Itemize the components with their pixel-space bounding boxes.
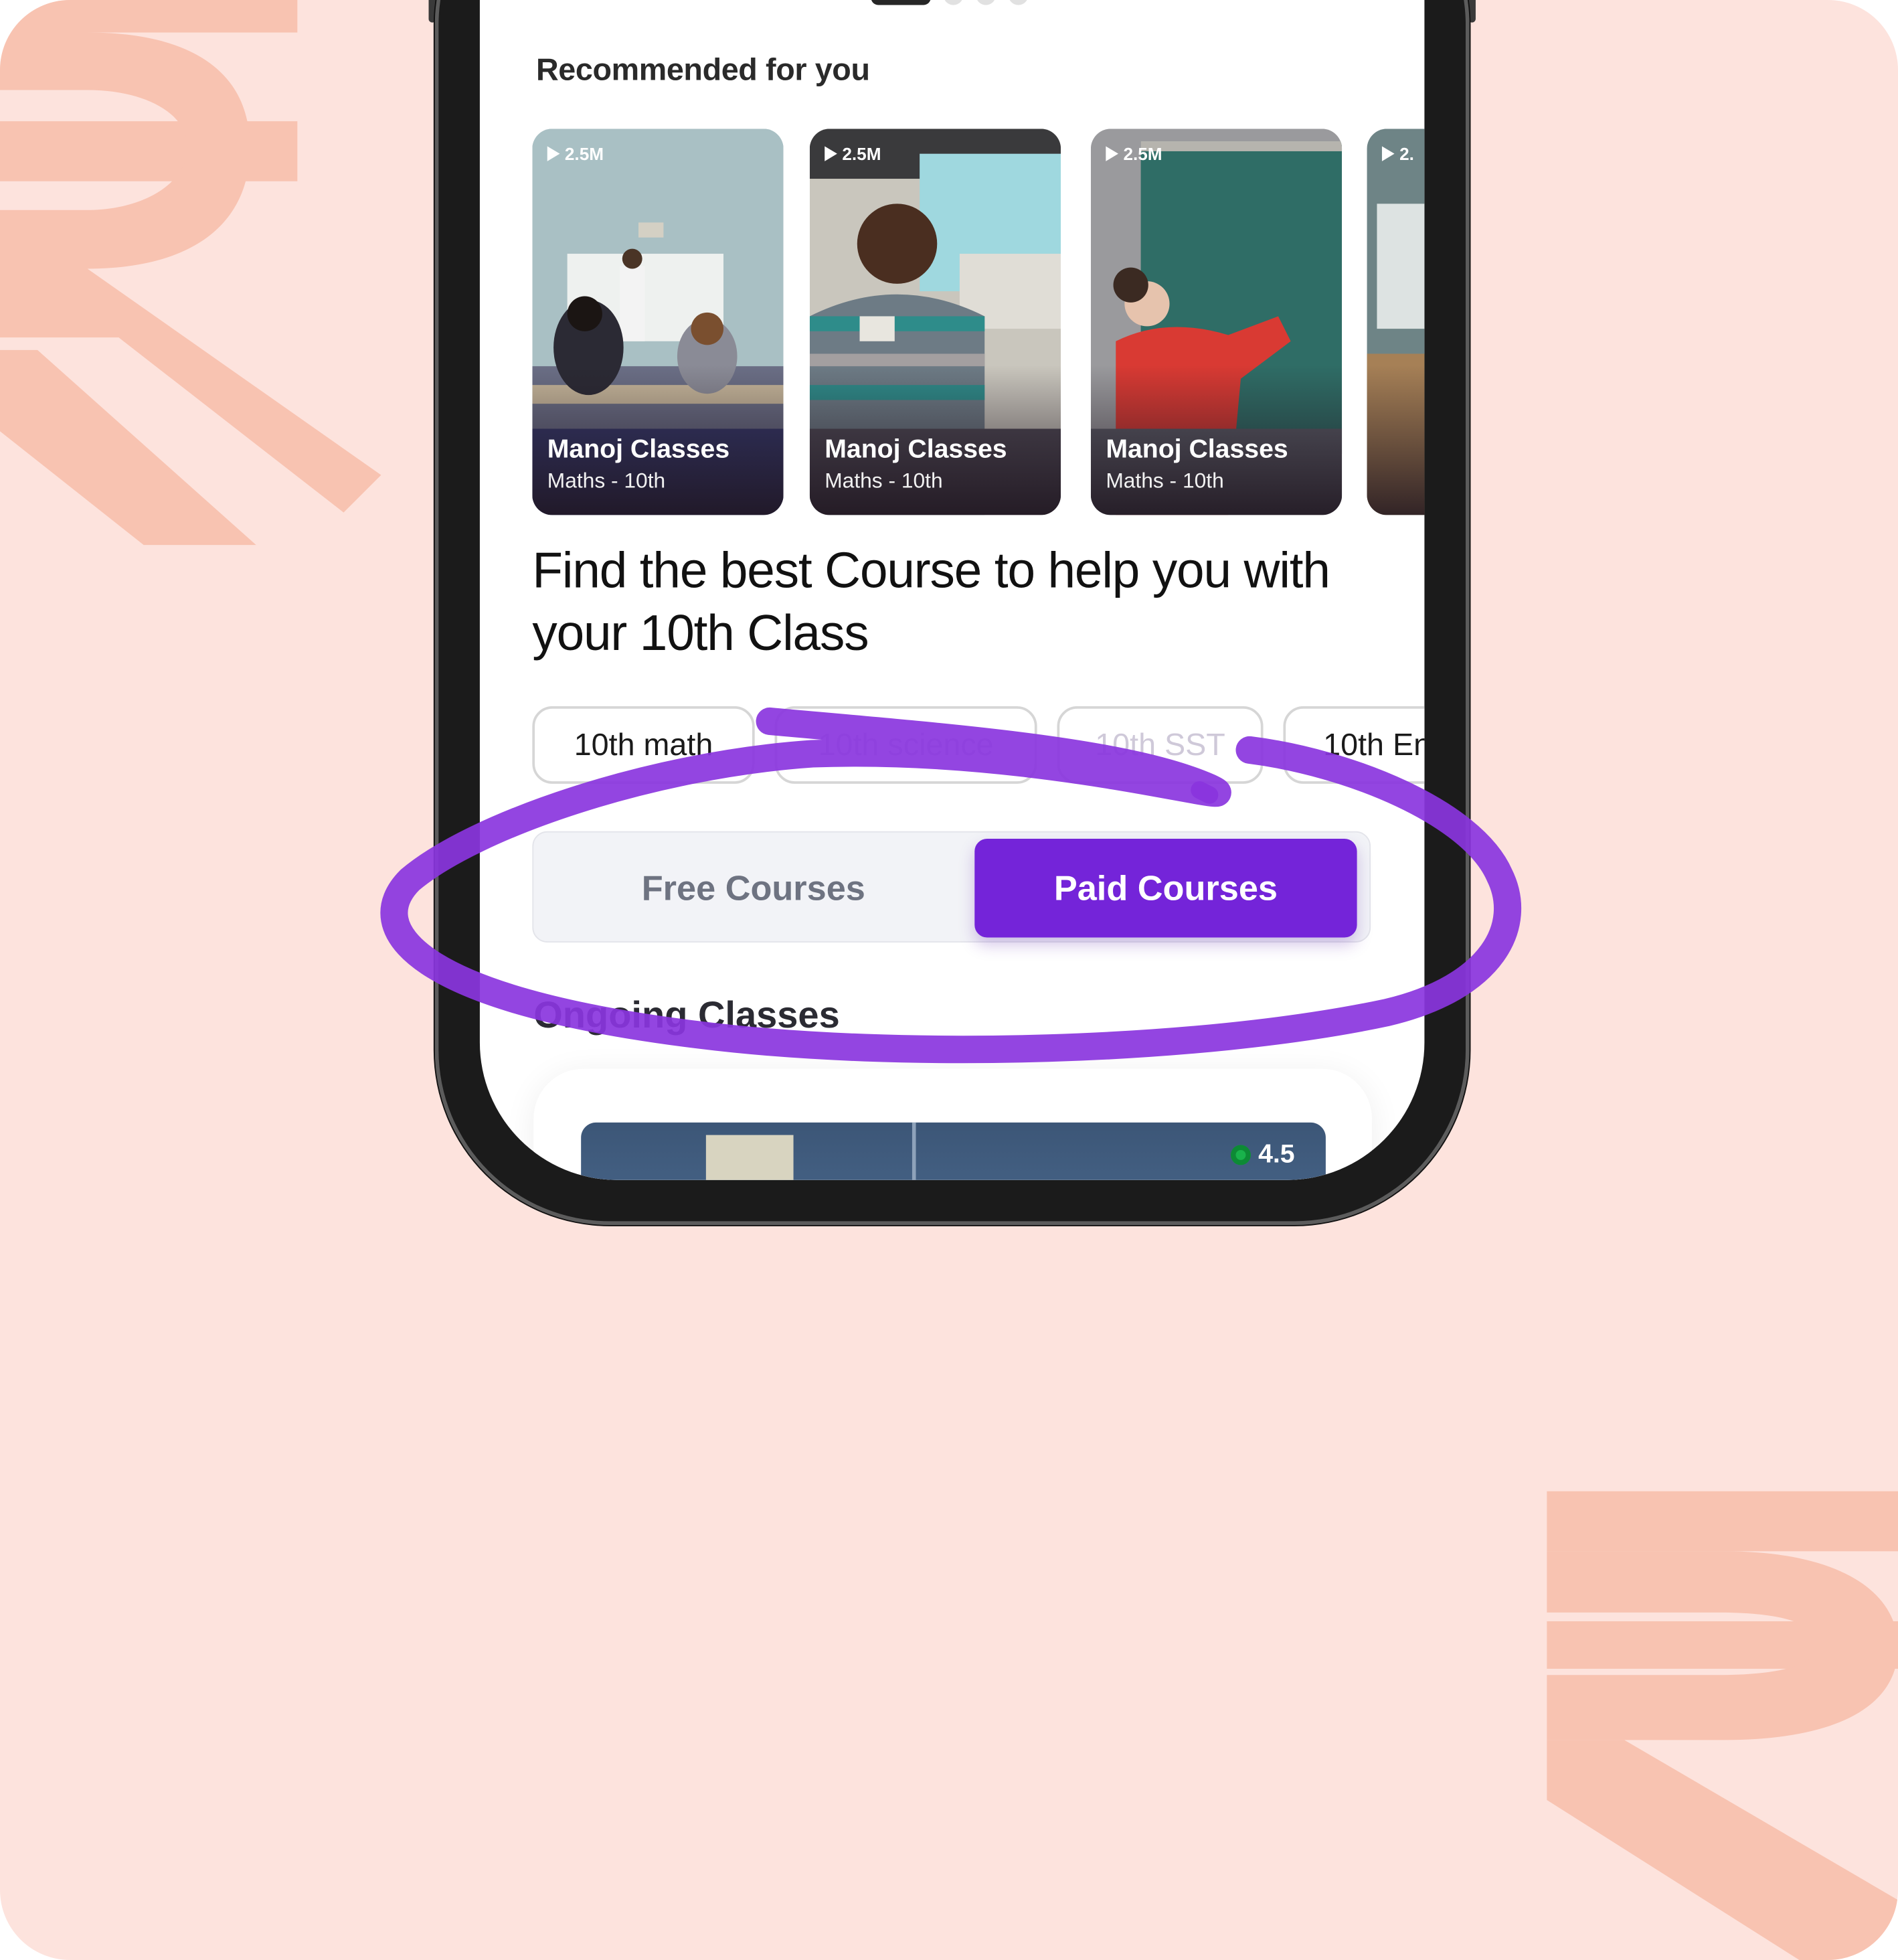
play-icon [547, 146, 560, 161]
card-title: Manoj Classes [547, 434, 730, 464]
views-badge: 2.5M [1106, 144, 1162, 164]
paid-courses-button[interactable]: Paid Courses [974, 838, 1357, 938]
page-headline: Find the best Course to help you with yo… [532, 544, 1330, 661]
views-count: 2.5M [1123, 143, 1162, 164]
views-badge: 2.5M [547, 144, 604, 164]
course-card[interactable]: 2.5M Manoj Classes Maths - 10th [532, 129, 784, 515]
pagination-dot[interactable] [976, 0, 997, 5]
card-title: Manoj Classes [825, 434, 1007, 464]
chip-10th-science[interactable]: 10th science [774, 706, 1037, 784]
card-subtitle: Maths - 10th [1106, 469, 1224, 493]
views-count: 2.5M [564, 143, 604, 164]
classroom-wire [912, 1122, 916, 1180]
subject-chips: 10th math 10th science 10th SST 10th En [532, 706, 1425, 787]
ongoing-class-card[interactable]: 4.5 [533, 1068, 1372, 1180]
play-icon [825, 146, 837, 161]
card-overlay [1367, 365, 1425, 515]
course-type-toggle: Free Courses Paid Courses [532, 831, 1371, 943]
rating-badge: 4.5 [1231, 1140, 1295, 1170]
views-badge: 2.5M [825, 144, 881, 164]
course-card[interactable]: 2. [1367, 129, 1425, 515]
card-subtitle: Maths - 10th [825, 469, 943, 493]
play-icon [1381, 146, 1395, 161]
phone-screen: Recommended for you 2.5M Manoj Classes M… [479, 0, 1425, 1180]
views-badge: 2. [1381, 143, 1414, 164]
views-count: 2.5M [842, 143, 881, 164]
chip-10th-english[interactable]: 10th En [1283, 706, 1425, 784]
pagination-dot-active[interactable] [871, 0, 931, 5]
pagination-dot[interactable] [943, 0, 964, 5]
recommended-carousel[interactable]: 2.5M Manoj Classes Maths - 10th 2.5M Man… [532, 129, 1425, 515]
pagination-dot[interactable] [1008, 0, 1029, 5]
chip-10th-sst[interactable]: 10th SST [1057, 706, 1264, 784]
course-card[interactable]: 2.5M Manoj Classes Maths - 10th [1090, 129, 1343, 515]
free-courses-button[interactable]: Free Courses [533, 833, 973, 944]
class-thumbnail: 4.5 [581, 1122, 1326, 1180]
ongoing-classes-title: Ongoing Classes [533, 995, 840, 1037]
rating-dot-icon [1231, 1145, 1251, 1165]
chip-10th-math[interactable]: 10th math [532, 706, 755, 784]
card-title: Manoj Classes [1106, 434, 1288, 464]
play-icon [1106, 146, 1118, 161]
rating-value: 4.5 [1258, 1140, 1295, 1169]
carousel-pagination[interactable] [871, 0, 1029, 5]
card-subtitle: Maths - 10th [547, 469, 666, 493]
recommended-title: Recommended for you [535, 52, 870, 88]
classroom-poster [705, 1135, 794, 1180]
course-card[interactable]: 2.5M Manoj Classes Maths - 10th [809, 129, 1061, 515]
views-count: 2. [1399, 143, 1414, 164]
